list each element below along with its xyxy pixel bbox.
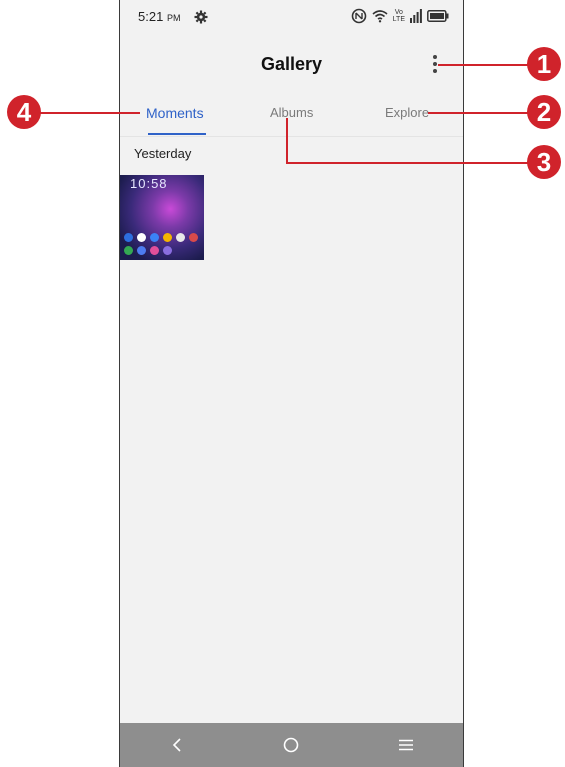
- status-time: 5:21 PM: [138, 9, 180, 24]
- home-icon: [284, 737, 299, 753]
- callout-2-line: [428, 112, 532, 114]
- callout-badge-2: 2: [527, 95, 561, 129]
- signal-icon: [410, 9, 422, 23]
- callout-badge-3: 3: [527, 145, 561, 179]
- home-button[interactable]: [271, 730, 311, 760]
- back-icon: [173, 738, 181, 752]
- lte-label: LTE: [392, 16, 405, 23]
- recents-icon: [398, 739, 413, 751]
- battery-icon: [427, 10, 449, 22]
- thumbnail-clock-text: 10:58: [130, 176, 168, 191]
- page-title: Gallery: [260, 54, 323, 74]
- callout-4-line: [40, 112, 140, 114]
- tab-explore[interactable]: Explore: [385, 105, 429, 120]
- tab-moments[interactable]: Moments: [146, 105, 204, 121]
- callout-badge-4: 4: [7, 95, 41, 129]
- callout-3-line: [286, 162, 532, 164]
- tab-albums[interactable]: Albums: [270, 105, 313, 120]
- status-ampm: PM: [166, 13, 181, 23]
- phone-screen: 5:21 PM Vo LTE Gallery Moments Albums Ex…: [119, 0, 464, 767]
- status-time-value: 5:21: [138, 9, 164, 24]
- recents-button[interactable]: [386, 730, 426, 760]
- status-bar: 5:21 PM Vo LTE: [120, 0, 463, 40]
- volte-indicator: Vo LTE: [393, 9, 405, 23]
- status-icons: Vo LTE: [351, 8, 449, 24]
- callout-1-line: [438, 64, 532, 66]
- thumbnail-app-icons: [124, 233, 202, 255]
- wifi-icon: [372, 10, 388, 23]
- moments-date-header: Yesterday: [134, 146, 192, 161]
- callout-badge-1: 1: [527, 47, 561, 81]
- tab-bar: Moments Albums Explore: [120, 96, 463, 137]
- photo-thumbnail[interactable]: 10:58: [120, 175, 204, 260]
- active-tab-indicator: [148, 133, 206, 135]
- settings-gear-icon: [194, 10, 208, 24]
- back-button[interactable]: [157, 730, 197, 760]
- more-vert-icon: [433, 55, 437, 59]
- callout-3-vline: [286, 118, 288, 164]
- nfc-icon: [351, 8, 366, 24]
- navigation-bar: [120, 723, 463, 767]
- volte-label: Vo: [394, 9, 403, 16]
